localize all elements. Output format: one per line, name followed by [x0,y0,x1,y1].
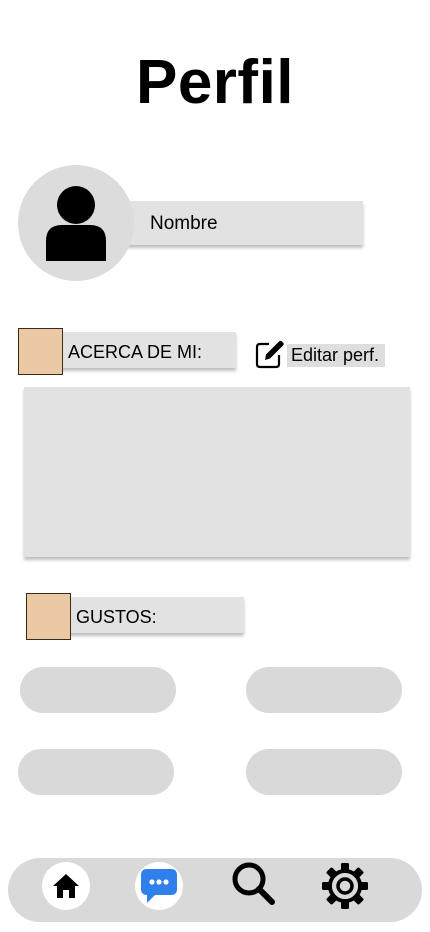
edit-icon [255,340,284,369]
bottom-nav [8,858,422,922]
about-label-box: ACERCA DE MI: [56,332,236,368]
home-icon [53,874,79,898]
gear-icon [322,863,368,909]
nav-home-button[interactable] [42,862,90,910]
about-text-area[interactable] [24,387,410,557]
like-tag[interactable] [20,667,176,713]
avatar[interactable] [18,165,134,281]
user-icon [46,186,106,261]
chat-icon [141,869,177,903]
likes-label-box: GUSTOS: [64,597,244,633]
about-color-swatch[interactable] [18,328,63,375]
like-tag[interactable] [246,749,402,795]
likes-color-swatch[interactable] [26,593,71,640]
nav-settings-button[interactable] [321,862,369,910]
search-icon [232,862,275,905]
name-label: Nombre [150,213,218,234]
likes-label: GUSTOS: [76,607,157,627]
nav-messages-button[interactable] [135,862,183,910]
page-title: Perfil [135,48,295,117]
nav-search-button[interactable] [228,860,276,908]
like-tag[interactable] [246,667,402,713]
like-tag[interactable] [18,749,174,795]
name-field[interactable]: Nombre [120,201,363,245]
edit-profile-label: Editar perf. [287,344,386,367]
edit-profile-button[interactable]: Editar perf. [255,339,400,371]
about-label: ACERCA DE MI: [68,342,203,362]
